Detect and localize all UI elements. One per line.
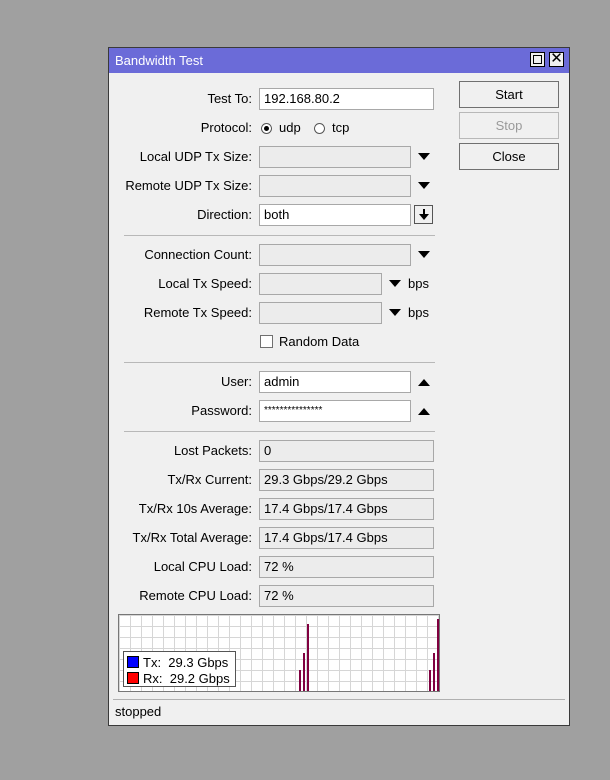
graph-bar [303,653,305,691]
status-divider [113,699,565,700]
remote-udp-tx-size-input[interactable] [259,175,411,197]
remote-tx-speed-input[interactable] [259,302,382,324]
local-tx-speed-input[interactable] [259,273,382,295]
remote-cpu-load-value: 72 % [259,585,434,607]
local-tx-speed-label: Local Tx Speed: [158,276,252,291]
txrx-current-value: 29.3 Gbps/29.2 Gbps [259,469,434,491]
graph-bar [433,653,435,691]
password-input[interactable]: *************** [259,400,411,422]
lost-packets-value: 0 [259,440,434,462]
status-text: stopped [115,704,162,719]
lost-packets-label: Lost Packets: [173,443,252,458]
legend-rx: Rx: 29.2 Gbps [143,671,230,686]
legend-tx: Tx: 29.3 Gbps [143,655,229,670]
protocol-tcp-label: tcp [332,120,350,135]
close-button[interactable]: Close [459,143,559,170]
direction-label: Direction: [197,207,252,222]
remote-tx-speed-unit: bps [408,305,429,320]
divider [124,431,435,432]
chevron-down-icon[interactable] [418,153,430,160]
rx-color-swatch [127,672,139,684]
direction-select[interactable]: both [259,204,411,226]
password-label: Password: [191,403,252,418]
graph-bar [307,624,309,691]
traffic-graph: Tx: 29.3 Gbps Rx: 29.2 Gbps [118,614,440,692]
graph-legend: Tx: 29.3 Gbps Rx: 29.2 Gbps [123,651,236,687]
local-udp-tx-size-label: Local UDP Tx Size: [139,149,252,164]
tx-color-swatch [127,656,139,668]
graph-bar [437,619,439,691]
txrx-total-average-label: Tx/Rx Total Average: [132,530,252,545]
test-to-label: Test To: [207,91,252,106]
remote-cpu-load-label: Remote CPU Load: [139,588,252,603]
chevron-up-icon[interactable] [418,379,430,386]
txrx-10s-average-value: 17.4 Gbps/17.4 Gbps [259,498,434,520]
connection-count-input[interactable] [259,244,411,266]
divider [124,235,435,236]
remote-tx-speed-label: Remote Tx Speed: [143,305,252,320]
window-title: Bandwidth Test [115,53,203,68]
stop-button[interactable]: Stop [459,112,559,139]
start-button[interactable]: Start [459,81,559,108]
test-to-input[interactable]: 192.168.80.2 [259,88,434,110]
protocol-tcp-radio[interactable] [314,123,325,134]
protocol-udp-label: udp [279,120,301,135]
random-data-checkbox[interactable] [260,335,273,348]
local-tx-speed-unit: bps [408,276,429,291]
txrx-current-label: Tx/Rx Current: [167,472,252,487]
local-cpu-load-label: Local CPU Load: [153,559,252,574]
title-bar[interactable]: Bandwidth Test ✕ [109,48,569,73]
bandwidth-test-window: Bandwidth Test ✕ Start Stop Close Test T… [108,47,570,726]
local-cpu-load-value: 72 % [259,556,434,578]
txrx-10s-average-label: Tx/Rx 10s Average: [138,501,252,516]
local-udp-tx-size-input[interactable] [259,146,411,168]
close-icon[interactable]: ✕ [549,51,564,67]
user-label: User: [220,374,252,389]
divider [124,362,435,363]
chevron-down-icon[interactable] [389,280,401,287]
graph-bar [299,670,301,691]
txrx-total-average-value: 17.4 Gbps/17.4 Gbps [259,527,434,549]
chevron-down-icon[interactable] [418,182,430,189]
graph-bar [429,670,431,691]
connection-count-label: Connection Count: [144,247,252,262]
protocol-label: Protocol: [200,120,252,135]
chevron-down-icon[interactable] [418,251,430,258]
chevron-down-icon[interactable] [389,309,401,316]
remote-udp-tx-size-label: Remote UDP Tx Size: [125,178,252,193]
user-input[interactable]: admin [259,371,411,393]
dropdown-arrow-icon[interactable] [414,205,433,224]
protocol-udp-radio[interactable] [261,123,272,134]
chevron-up-icon[interactable] [418,408,430,415]
maximize-icon[interactable] [530,52,545,67]
random-data-label: Random Data [279,334,360,349]
